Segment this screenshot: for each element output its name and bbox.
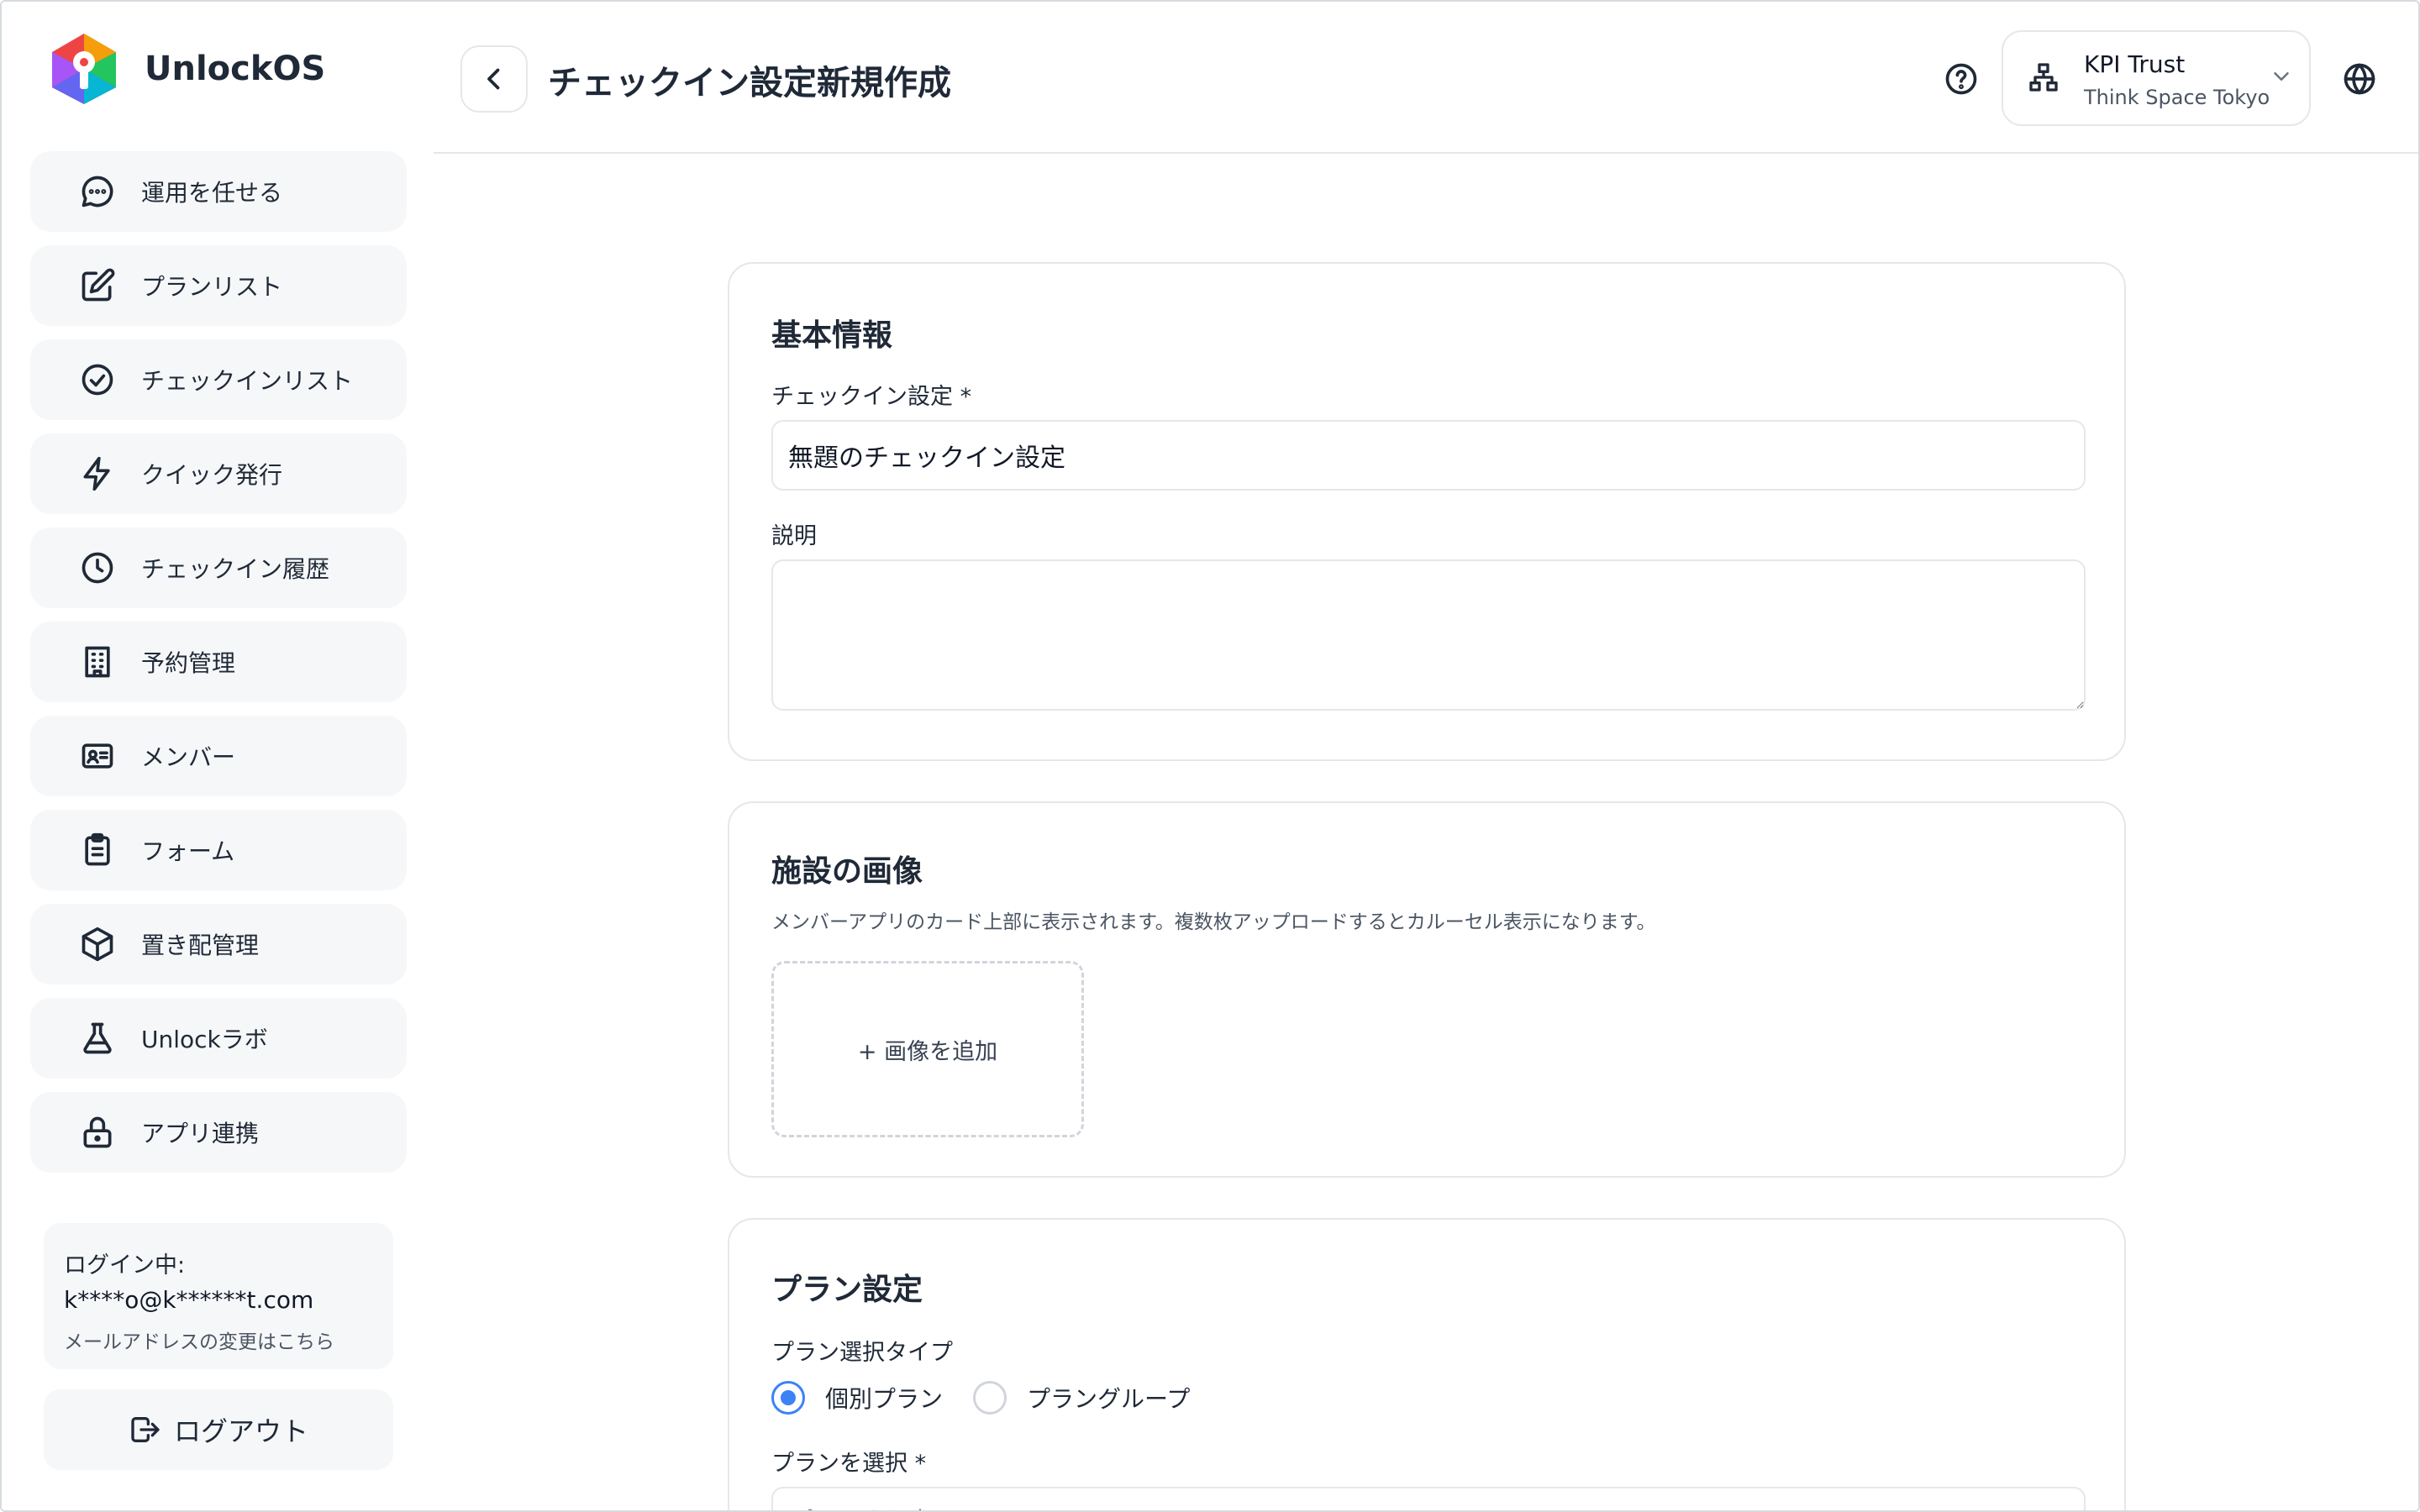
help-icon[interactable] — [1943, 60, 1980, 97]
plan-type-label: プラン選択タイプ — [771, 1340, 953, 1366]
sidebar-item-lab[interactable]: Unlockラボ — [30, 998, 407, 1079]
login-info: ログイン中: k****o@k******t.com メールアドレスの変更はこち… — [44, 1223, 393, 1369]
building-icon — [79, 643, 116, 680]
change-email-link[interactable]: メールアドレスの変更はこちら — [64, 1326, 373, 1354]
chevron-left-icon — [487, 68, 500, 90]
flask-icon — [79, 1020, 116, 1057]
sidebar-item-forms[interactable]: フォーム — [30, 810, 407, 890]
sidebar-item-label: クイック発行 — [141, 461, 283, 489]
app-window: UnlockOS 運用を任せる プランリスト チェックインリスト クイック発行 … — [0, 0, 2420, 1512]
add-image-label: + 画像を追加 — [857, 1038, 998, 1065]
sidebar-item-label: 置き配管理 — [141, 932, 260, 959]
lock-icon — [79, 1114, 116, 1151]
edit-icon — [79, 267, 116, 304]
sidebar-item-reservations[interactable]: 予約管理 — [30, 622, 407, 702]
unlockos-logo-icon — [52, 34, 116, 104]
plan-select-label: プランを選択 * — [771, 1451, 927, 1477]
organization-switcher[interactable]: KPI Trust Think Space Tokyo — [2002, 30, 2311, 126]
id-card-icon — [79, 738, 116, 774]
individual-plan-label[interactable]: 個別プラン — [825, 1381, 943, 1415]
logout-icon — [131, 1417, 160, 1442]
sidebar-item-checkin-history[interactable]: チェックイン履歴 — [30, 528, 407, 608]
sidebar-item-operation[interactable]: 運用を任せる — [30, 151, 407, 232]
login-email: k****o@k******t.com — [64, 1286, 314, 1314]
add-image-dropzone[interactable]: + 画像を追加 — [771, 961, 1084, 1137]
sidebar-item-delivery[interactable]: 置き配管理 — [30, 904, 407, 984]
sidebar-item-label: 運用を任せる — [141, 179, 283, 207]
sidebar-item-quick-issue[interactable]: クイック発行 — [30, 433, 407, 514]
facility-images-card: 施設の画像 メンバーアプリのカード上部に表示されます。複数枚アップロードするとカ… — [728, 801, 2126, 1178]
plan-settings-card: プラン設定 プラン選択タイプ 個別プラン プラングループ プランを選択 * — [728, 1218, 2126, 1510]
chat-bubble-icon — [79, 173, 116, 210]
plan-group-radio[interactable] — [973, 1381, 1007, 1415]
clock-icon — [79, 549, 116, 586]
facility-images-title: 施設の画像 — [771, 854, 923, 889]
sidebar-item-label: 予約管理 — [141, 649, 236, 677]
login-label: ログイン中: — [64, 1252, 186, 1278]
logout-button[interactable]: ログアウト — [44, 1389, 393, 1470]
sidebar-item-app-integration[interactable]: アプリ連携 — [30, 1092, 407, 1173]
sidebar-item-plan-list[interactable]: プランリスト — [30, 245, 407, 326]
sidebar: UnlockOS 運用を任せる プランリスト チェックインリスト クイック発行 … — [2, 2, 434, 1510]
checkin-name-input[interactable] — [771, 420, 2086, 491]
facility-images-description: メンバーアプリのカード上部に表示されます。複数枚アップロードするとカルーセル表示… — [771, 911, 1656, 933]
checkin-name-label: チェックイン設定 * — [771, 384, 972, 410]
plan-select-input[interactable] — [771, 1487, 2086, 1510]
brand[interactable]: UnlockOS — [49, 32, 325, 106]
package-icon — [79, 926, 116, 963]
check-circle-icon — [79, 361, 116, 398]
org-structure-icon — [2027, 60, 2060, 94]
sidebar-item-label: チェックイン履歴 — [141, 555, 330, 583]
sidebar-item-checkin-list[interactable]: チェックインリスト — [30, 339, 407, 420]
plan-settings-title: プラン設定 — [771, 1273, 923, 1307]
plan-group-label[interactable]: プラングループ — [1027, 1381, 1190, 1415]
basic-info-title: 基本情報 — [771, 318, 893, 353]
chevron-down-icon — [2269, 64, 2294, 89]
sidebar-nav: 運用を任せる プランリスト チェックインリスト クイック発行 チェックイン履歴 … — [30, 151, 407, 1186]
description-label: 説明 — [771, 523, 817, 549]
sidebar-item-label: アプリ連携 — [141, 1120, 260, 1147]
plan-type-radio-group: 個別プラン プラングループ — [771, 1381, 1220, 1415]
org-location: Think Space Tokyo — [2084, 86, 2270, 109]
org-name: KPI Trust — [2084, 50, 2186, 78]
sidebar-item-label: チェックインリスト — [141, 367, 354, 395]
basic-info-card: 基本情報 チェックイン設定 * 説明 — [728, 262, 2126, 761]
description-textarea[interactable] — [771, 559, 2086, 711]
sidebar-item-label: Unlockラボ — [141, 1026, 268, 1053]
language-globe-icon[interactable] — [2341, 60, 2378, 97]
sidebar-item-members[interactable]: メンバー — [30, 716, 407, 796]
logout-label: ログアウト — [173, 1415, 308, 1447]
clipboard-icon — [79, 832, 116, 869]
brand-name: UnlockOS — [145, 50, 326, 88]
page-title: チェックイン設定新規作成 — [548, 64, 951, 102]
page-header: チェックイン設定新規作成 KPI Trust Think Space Tokyo — [434, 2, 2418, 154]
lightning-icon — [79, 455, 116, 492]
sidebar-item-label: メンバー — [141, 743, 236, 771]
sidebar-item-label: プランリスト — [141, 273, 283, 301]
sidebar-item-label: フォーム — [141, 837, 235, 865]
individual-plan-radio[interactable] — [771, 1381, 805, 1415]
back-button[interactable] — [460, 45, 528, 113]
